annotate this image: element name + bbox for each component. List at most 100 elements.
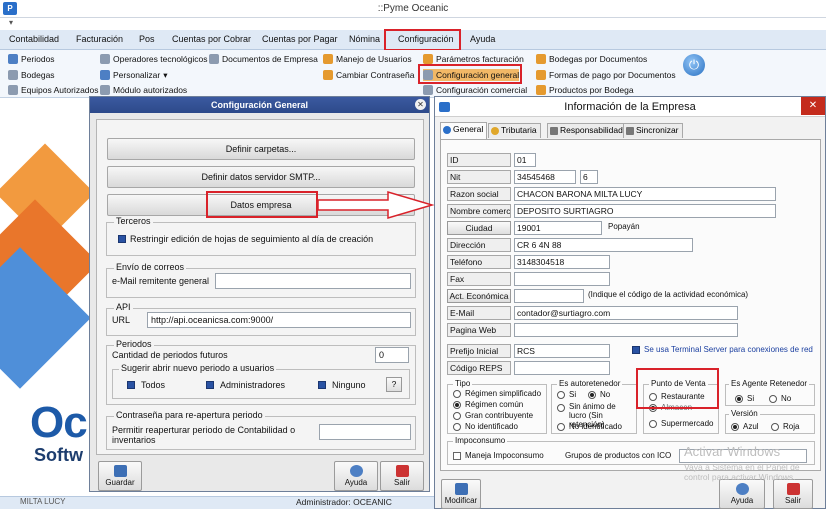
future-periods-label: Cantidad de periodos futuros: [112, 350, 228, 360]
nit-field[interactable]: 34545468: [514, 170, 576, 184]
guardar-button[interactable]: Guardar: [98, 461, 142, 491]
salir-button[interactable]: Salir: [380, 461, 424, 491]
terceros-title: Terceros: [114, 216, 153, 226]
tipo-comun-label: Régimen común: [465, 400, 524, 409]
actividad-economica-field[interactable]: [514, 289, 584, 303]
id-field[interactable]: 01: [514, 153, 536, 167]
dv-field[interactable]: 6: [580, 170, 598, 184]
email-field[interactable]: contador@surtiagro.com: [514, 306, 738, 320]
version-roja-radio[interactable]: [771, 423, 779, 431]
menu-facturacion[interactable]: Facturación: [76, 34, 123, 44]
menu-contabilidad[interactable]: Contabilidad: [9, 34, 59, 44]
menu-cuentas-pagar[interactable]: Cuentas por Pagar: [262, 34, 338, 44]
salir-button[interactable]: Salir: [773, 479, 813, 509]
ribbon-contrasena[interactable]: Cambiar Contraseña: [323, 69, 414, 81]
autoretenedor-sin-animo-radio[interactable]: [557, 404, 565, 412]
agente-si-radio[interactable]: [735, 395, 743, 403]
status-administrator: Administrador: OCEANIC: [296, 497, 392, 507]
pagina-web-field[interactable]: [514, 323, 738, 337]
prefijo-inicial-field[interactable]: RCS: [514, 344, 610, 358]
ciudad-button[interactable]: Ciudad: [447, 221, 511, 235]
define-smtp-button[interactable]: Definir datos servidor SMTP...: [107, 166, 415, 188]
reopen-password-field[interactable]: [319, 424, 411, 440]
ribbon-periodos[interactable]: Periodos: [8, 53, 55, 65]
tipo-simplificado-radio[interactable]: [453, 390, 461, 398]
close-icon[interactable]: ✕: [801, 97, 825, 115]
restrict-edit-checkbox[interactable]: [118, 235, 126, 243]
agente-no-radio[interactable]: [769, 395, 777, 403]
ribbon-equipos[interactable]: Equipos Autorizados: [8, 84, 99, 96]
ninguno-checkbox[interactable]: [318, 381, 326, 389]
ayuda-button[interactable]: Ayuda: [334, 461, 378, 491]
quick-access-dropdown-icon[interactable]: ▾: [9, 18, 19, 28]
punto-venta-supermercado-radio[interactable]: [649, 420, 657, 428]
responsibilities-icon: [550, 127, 558, 135]
direccion-field[interactable]: CR 6 4N 88: [514, 238, 693, 252]
actividad-economica-button[interactable]: Act. Económica: [447, 289, 511, 303]
administradores-checkbox[interactable]: [206, 381, 214, 389]
power-icon[interactable]: ⏻: [683, 54, 705, 76]
password-title: Contraseña para re-apertura periodo: [114, 410, 265, 420]
version-azul-radio[interactable]: [731, 423, 739, 431]
todos-checkbox[interactable]: [127, 381, 135, 389]
ribbon-operadores[interactable]: Operadores tecnológicos: [100, 53, 208, 65]
ribbon-modulos[interactable]: Módulo autorizados: [100, 84, 187, 96]
tab-general[interactable]: General: [440, 122, 488, 139]
define-folders-button[interactable]: Definir carpetas...: [107, 138, 415, 160]
help-icon: [350, 465, 363, 477]
ayuda-button[interactable]: Ayuda: [719, 479, 765, 509]
email-sender-field[interactable]: [215, 273, 411, 289]
ribbon-configuracion-comercial[interactable]: Configuración comercial: [423, 84, 527, 96]
razon-social-label: Razon social: [447, 187, 511, 201]
autoretenedor-no-identificado-radio[interactable]: [557, 423, 565, 431]
exit-icon: [787, 483, 800, 495]
nombre-comercial-field[interactable]: DEPOSITO SURTIAGRO: [514, 204, 776, 218]
ribbon-bodegas[interactable]: Bodegas: [8, 69, 55, 81]
ribbon-personalizar[interactable]: Personalizar ▾: [100, 69, 168, 81]
future-periods-field[interactable]: 0: [375, 347, 409, 363]
window-title: ::Pyme Oceanic: [377, 3, 449, 14]
menu-pos[interactable]: Pos: [139, 34, 155, 44]
menu-nomina[interactable]: Nómina: [349, 34, 380, 44]
config-general-dialog: Configuración General ✕ Definir carpetas…: [89, 96, 430, 492]
tipo-gran-contribuyente-radio[interactable]: [453, 412, 461, 420]
telefono-field[interactable]: 3148304518: [514, 255, 610, 269]
autoretenedor-no-identificado-label: No identificado: [569, 422, 622, 431]
fax-field[interactable]: [514, 272, 610, 286]
autoretenedor-no-radio[interactable]: [588, 391, 596, 399]
terminal-server-checkbox[interactable]: [632, 346, 640, 354]
tipo-comun-radio[interactable]: [453, 401, 461, 409]
nit-label: Nit: [447, 170, 511, 184]
tipo-no-identificado-radio[interactable]: [453, 423, 461, 431]
menu-ayuda[interactable]: Ayuda: [470, 34, 495, 44]
razon-social-field[interactable]: CHACON BARONA MILTA LUCY: [514, 187, 776, 201]
close-icon[interactable]: ✕: [415, 99, 426, 110]
ribbon-productos-bodega[interactable]: Productos por Bodega: [536, 84, 634, 96]
tab-sincronizar[interactable]: Sincronizar: [623, 123, 683, 138]
periodos-title: Periodos: [114, 339, 154, 349]
codigo-reps-field[interactable]: [514, 361, 610, 375]
save-icon: [455, 483, 468, 495]
help-question-button[interactable]: ?: [386, 377, 402, 392]
ribbon-documentos-empresa[interactable]: Documentos de Empresa: [209, 53, 318, 65]
menu-cuentas-cobrar[interactable]: Cuentas por Cobrar: [172, 34, 251, 44]
maneja-impoconsumo-checkbox[interactable]: [453, 452, 461, 460]
tab-tributaria[interactable]: Tributaria: [488, 123, 541, 138]
maneja-impoconsumo-label: Maneja Impoconsumo: [465, 451, 544, 460]
ciudad-code-field[interactable]: 19001: [514, 221, 602, 235]
tipo-gran-contribuyente-label: Gran contribuyente: [465, 411, 534, 420]
version-title: Versión: [729, 409, 760, 418]
users-icon: [323, 54, 333, 64]
api-url-field[interactable]: http://api.oceanicsa.com:9000/: [147, 312, 411, 328]
autoretenedor-si-radio[interactable]: [557, 391, 565, 399]
ribbon-bodegas-documentos[interactable]: Bodegas por Documentos: [536, 53, 647, 65]
modificar-button[interactable]: Modificar: [441, 479, 481, 509]
warehouse-doc-icon: [536, 54, 546, 64]
telefono-label: Teléfono: [447, 255, 511, 269]
sync-icon: [626, 127, 634, 135]
nombre-comercial-label: Nombre comercial: [447, 204, 511, 218]
ribbon-formas-pago[interactable]: Formas de pago por Documentos: [536, 69, 676, 81]
document-icon: [209, 54, 219, 64]
ribbon-usuarios[interactable]: Manejo de Usuarios: [323, 53, 412, 65]
config-panel: Definir carpetas... Definir datos servid…: [96, 119, 424, 455]
